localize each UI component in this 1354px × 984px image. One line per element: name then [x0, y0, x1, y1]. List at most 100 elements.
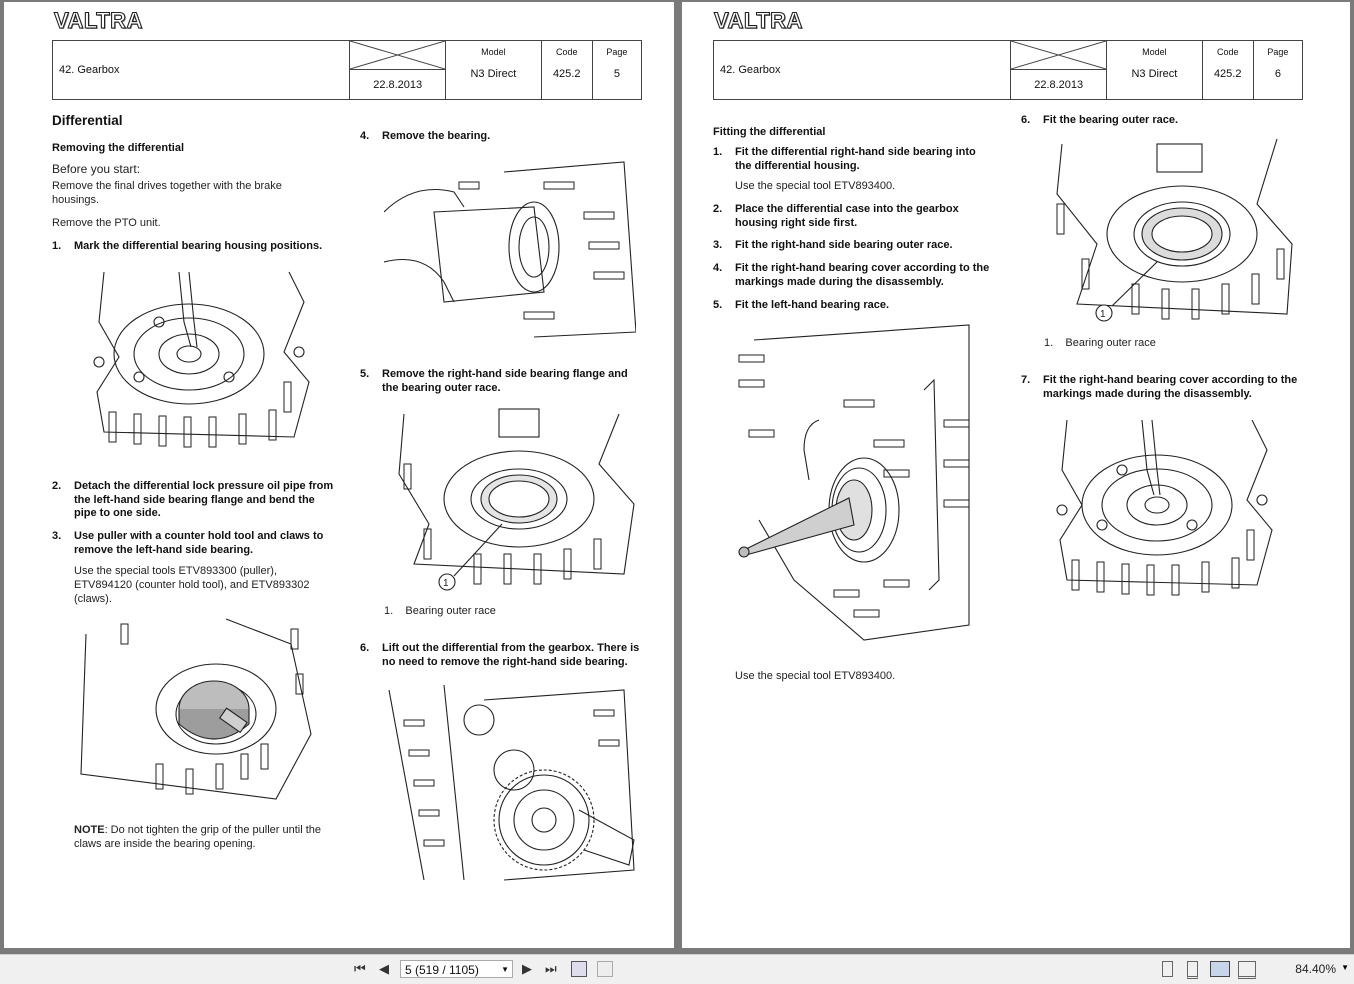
code-value: 425.2 — [1213, 68, 1242, 80]
chevron-down-icon[interactable]: ▼ — [501, 961, 509, 979]
page-value: 5 — [613, 68, 620, 80]
header-date: 22.8.2013 — [1034, 78, 1084, 91]
header-date-cell: 22.8.2013 — [1010, 40, 1107, 99]
step-3-note: Use the special tools ETV893300 (puller)… — [74, 565, 310, 605]
step-text: Place the differential case into the gea… — [735, 203, 959, 229]
step-number: 2. — [52, 480, 62, 492]
figure-remove-bearing — [384, 152, 636, 342]
continuous-view-icon[interactable] — [1187, 961, 1198, 979]
header-model-cell: Model N3 Direct — [1106, 41, 1201, 99]
step-number: 4. — [713, 262, 723, 274]
model-value: N3 Direct — [470, 68, 517, 80]
header-date-cell: 22.8.2013 — [349, 40, 446, 99]
step-number: 5. — [713, 299, 723, 311]
subsection-title: Fitting the differential — [713, 126, 826, 138]
figure-puller-tool — [76, 614, 316, 804]
figure-lift-differential — [384, 680, 636, 885]
step-text: Fit the bearing outer race. — [1043, 114, 1179, 126]
note-label: NOTE — [74, 824, 105, 836]
code-label: Code — [1216, 47, 1239, 57]
prep-text-2: Remove the PTO unit. — [52, 217, 161, 229]
step-text: Fit the right-hand bearing cover accordi… — [735, 262, 990, 288]
step-text: Mark the differential bearing housing po… — [74, 240, 323, 252]
header-model-cell: Model N3 Direct — [445, 41, 540, 99]
prep-text-1: Remove the final drives together with th… — [52, 180, 282, 206]
zoom-dropdown-icon[interactable]: ▼ — [1341, 963, 1349, 972]
figure-fit-left-bearing-race — [734, 320, 974, 650]
section-title: Differential — [52, 113, 123, 128]
figure-caption: 1. Bearing outer race — [384, 605, 496, 617]
step-text: Remove the bearing. — [382, 130, 491, 142]
crossed-box — [1011, 40, 1107, 70]
step-number: 7. — [1021, 374, 1031, 386]
header-code-cell: Code 425.2 — [1201, 41, 1253, 99]
model-label: Model — [1142, 47, 1167, 57]
pdf-viewer-toolbar: ⏮ ◀ 5 (519 / 1105) ▼ ▶ ⏭ 84.40% ▼ — [0, 954, 1354, 984]
caption-text: Bearing outer race — [405, 605, 496, 617]
code-value: 425.2 — [552, 68, 581, 80]
before-start-text: Before you start: — [52, 162, 141, 176]
figure-caption: 1. Bearing outer race — [1044, 337, 1156, 349]
step-text: Use puller with a counter hold tool and … — [74, 530, 324, 556]
zoom-level[interactable]: 84.40% — [1295, 962, 1336, 976]
step-text: Fit the right-hand side bearing outer ra… — [735, 239, 953, 251]
step-number: 1. — [52, 240, 62, 252]
next-page-icon[interactable]: ▶ — [522, 961, 532, 977]
caption-number: 1. — [1044, 337, 1054, 349]
step-number: 3. — [713, 239, 723, 251]
two-page-continuous-view-icon[interactable] — [1238, 961, 1256, 979]
page-value: 6 — [1274, 68, 1281, 80]
crossed-box — [350, 40, 446, 70]
model-label: Model — [481, 47, 506, 57]
step-number: 1. — [713, 146, 723, 158]
page-label: Page — [606, 47, 628, 57]
step-number: 2. — [713, 203, 723, 215]
fit-page-icon[interactable] — [571, 961, 587, 977]
step-1-note: Use the special tool ETV893400. — [735, 180, 896, 192]
note-text: : Do not tighten the grip of the puller … — [74, 824, 322, 850]
document-page-left: VALTRA 42. Gearbox 22.8.2013 Model N3 Di… — [4, 2, 674, 948]
valtra-logo: VALTRA — [713, 7, 803, 33]
caption-number: 1. — [384, 605, 394, 617]
figure-differential-housing-marking — [79, 262, 319, 457]
header-page-cell: Page 5 — [591, 41, 641, 99]
step-number: 3. — [52, 530, 62, 542]
callout-1: 1 — [443, 578, 449, 589]
model-value: N3 Direct — [1131, 68, 1178, 80]
step-text: Fit the differential right-hand side bea… — [735, 146, 976, 172]
subsection-title: Removing the differential — [52, 142, 185, 154]
step-number: 6. — [360, 642, 370, 654]
note: NOTE: Do not tighten the grip of the pul… — [74, 823, 339, 851]
step-number: 4. — [360, 130, 370, 142]
header-page-cell: Page 6 — [1252, 41, 1302, 99]
step-number: 6. — [1021, 114, 1031, 126]
header-section: 42. Gearbox — [720, 64, 781, 76]
first-page-icon[interactable]: ⏮ — [354, 961, 366, 977]
header-section: 42. Gearbox — [59, 64, 120, 76]
code-label: Code — [555, 47, 578, 57]
header-date: 22.8.2013 — [373, 78, 423, 91]
page-header-table: 42. Gearbox 22.8.2013 Model N3 Direct Co… — [52, 40, 642, 100]
page-header-table: 42. Gearbox 22.8.2013 Model N3 Direct Co… — [713, 40, 1303, 100]
figure-fit-bearing-outer-race: 1 — [1042, 134, 1297, 329]
step-text: Detach the differential lock pressure oi… — [74, 480, 334, 519]
page-label: Page — [1267, 47, 1289, 57]
prev-page-icon[interactable]: ◀ — [379, 961, 389, 977]
valtra-logo: VALTRA — [53, 7, 143, 33]
page-number-field[interactable]: 5 (519 / 1105) ▼ — [400, 960, 513, 978]
page-number-value: 5 (519 / 1105) — [405, 963, 479, 977]
caption-text: Bearing outer race — [1065, 337, 1156, 349]
two-page-view-icon[interactable] — [1210, 961, 1230, 977]
figure-fit-bearing-cover — [1042, 410, 1282, 605]
single-page-view-icon[interactable] — [1162, 961, 1173, 977]
fit-width-icon[interactable] — [597, 961, 613, 977]
step-text: Remove the right-hand side bearing flang… — [382, 368, 628, 394]
callout-1: 1 — [1100, 309, 1106, 320]
step-number: 5. — [360, 368, 370, 380]
figure-bearing-flange: 1 — [384, 404, 636, 594]
header-code-cell: Code 425.2 — [540, 41, 592, 99]
document-page-right: VALTRA 42. Gearbox 22.8.2013 Model N3 Di… — [682, 2, 1350, 948]
step-text: Fit the left-hand bearing race. — [735, 299, 890, 311]
step-text: Fit the right-hand bearing cover accordi… — [1043, 374, 1298, 400]
last-page-icon[interactable]: ⏭ — [545, 961, 557, 977]
